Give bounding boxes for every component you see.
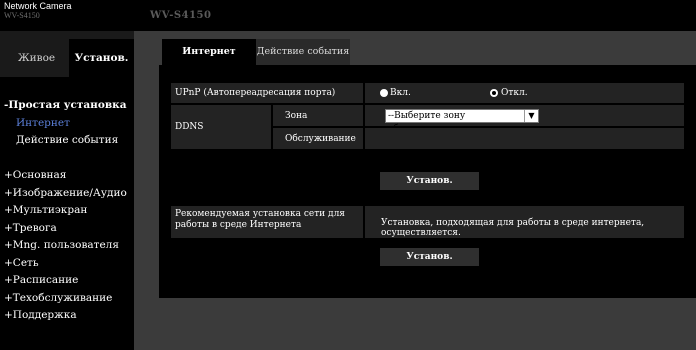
sidebar-item-internet[interactable]: Интернет bbox=[4, 115, 127, 133]
sidebar-tabs: Живое Установ. bbox=[4, 39, 134, 77]
top-bar: Network Camera WV-S4150 WV-S4150 bbox=[0, 0, 696, 31]
tab-internet[interactable]: Интернет bbox=[162, 39, 256, 65]
sidebar-item-user-mng[interactable]: +Mng. пользователя bbox=[4, 237, 127, 255]
sidebar-item-basic[interactable]: +Основная bbox=[4, 167, 127, 185]
recommended-label: Рекомендуемая установка сети для работы … bbox=[175, 209, 345, 230]
tab-setup[interactable]: Установ. bbox=[69, 39, 134, 77]
brand: Network Camera WV-S4150 bbox=[4, 1, 72, 21]
sidebar-item-multiscreen[interactable]: +Мультиэкран bbox=[4, 202, 127, 220]
content-area: Интернет Действие события UPnP (Автопере… bbox=[134, 31, 696, 350]
main-menu: +Основная +Изображение/Аудио +Мультиэкра… bbox=[4, 167, 127, 325]
ddns-label: DDNS bbox=[175, 122, 204, 132]
upnp-label: UPnP (Автопереадресация порта) bbox=[175, 88, 336, 98]
upnp-on-label: Вкл. bbox=[390, 88, 411, 98]
service-label: Обслуживание bbox=[285, 134, 356, 144]
zone-select[interactable]: --Выберите зону обслуживания-- ▼ bbox=[385, 109, 539, 134]
model-name-small: WV-S4150 bbox=[4, 11, 40, 20]
recommended-value: Установка, подходящая для работы в среде… bbox=[381, 218, 645, 238]
model-name: WV-S4150 bbox=[150, 10, 212, 21]
tab-live[interactable]: Живое bbox=[4, 39, 69, 77]
chevron-down-icon: ▼ bbox=[524, 110, 538, 122]
set-recommended-button[interactable]: Установ. bbox=[380, 248, 479, 266]
upnp-on-radio[interactable] bbox=[380, 89, 388, 97]
sidebar-item-schedule[interactable]: +Расписание bbox=[4, 272, 127, 290]
sidebar-item-event-action[interactable]: Действие события bbox=[4, 132, 127, 150]
upnp-off-label: Откл. bbox=[501, 88, 528, 98]
sidebar-item-alarm[interactable]: +Тревога bbox=[4, 220, 127, 238]
set-button[interactable]: Установ. bbox=[380, 172, 479, 190]
sidebar-item-support[interactable]: +Поддержка bbox=[4, 307, 127, 325]
tab-event-action[interactable]: Действие события bbox=[256, 39, 350, 65]
zone-label: Зона bbox=[285, 111, 308, 121]
product-name: Network Camera bbox=[4, 1, 72, 11]
service-value-cell bbox=[365, 128, 684, 149]
sidebar-item-network[interactable]: +Сеть bbox=[4, 255, 127, 273]
simple-setup-heading[interactable]: -Простая установка bbox=[4, 97, 127, 115]
settings-panel: UPnP (Автопереадресация порта) Вкл. Откл… bbox=[159, 65, 696, 298]
sidebar-item-maintenance[interactable]: +Техобслуживание bbox=[4, 290, 127, 308]
sidebar-item-image-audio[interactable]: +Изображение/Аудио bbox=[4, 185, 127, 203]
sidebar-panel: -Простая установка Интернет Действие соб… bbox=[0, 77, 134, 350]
simple-setup-menu: -Простая установка Интернет Действие соб… bbox=[4, 97, 127, 150]
upnp-off-radio[interactable] bbox=[490, 89, 498, 97]
sidebar: Живое Установ. -Простая установка Интерн… bbox=[0, 31, 134, 350]
